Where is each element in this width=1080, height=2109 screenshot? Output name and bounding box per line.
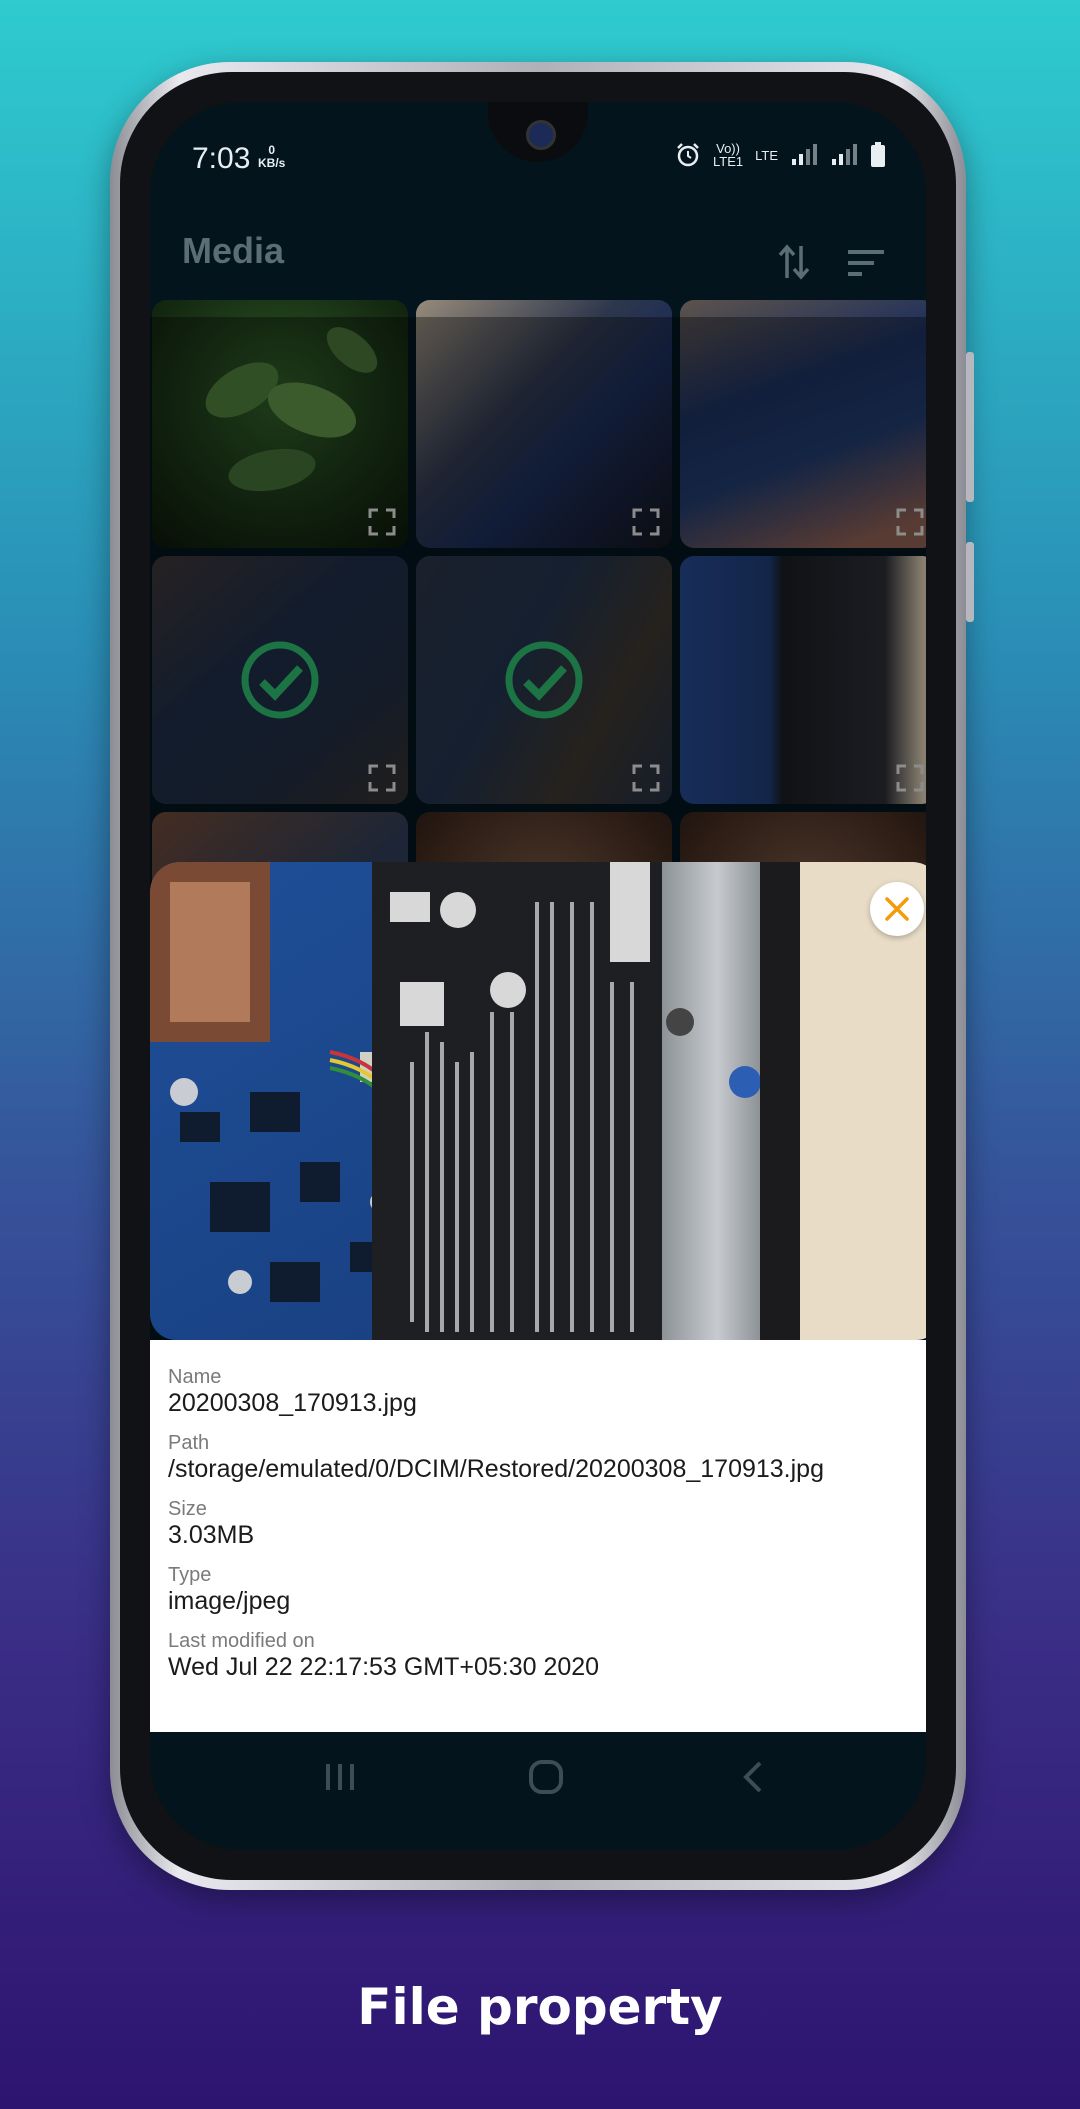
size-value: 3.03MB — [168, 1521, 255, 1549]
properties-panel: Name 20200308_170913.jpg Path /storage/e… — [150, 1340, 926, 1732]
signal-icon-2 — [832, 144, 857, 165]
front-camera — [526, 120, 556, 150]
back-icon[interactable] — [734, 1760, 774, 1794]
recents-icon[interactable] — [320, 1760, 360, 1794]
path-label: Path — [168, 1432, 210, 1454]
name-value: 20200308_170913.jpg — [168, 1389, 417, 1417]
navigation-bar — [150, 1732, 926, 1820]
volte-indicator: Vo)) LTE1 — [713, 142, 743, 168]
phone-frame: 7:03 0 KB/s Vo)) LTE1 LTE Media Name 202… — [110, 62, 974, 1890]
close-icon — [885, 897, 909, 921]
home-icon[interactable] — [526, 1760, 566, 1794]
page-title: Media — [182, 230, 285, 271]
lte1-label: LTE1 — [713, 154, 744, 169]
alarm-icon — [677, 143, 699, 167]
status-icons: Vo)) LTE1 LTE — [675, 142, 886, 168]
type-label: Type — [168, 1564, 212, 1586]
laptop-battery-image — [150, 862, 926, 1340]
file-property-sheet: Name 20200308_170913.jpg Path /storage/e… — [150, 862, 926, 1732]
net-speed-unit: KB/s — [258, 156, 286, 170]
bixby-button — [966, 542, 974, 622]
volume-button — [966, 352, 974, 502]
lte-label: LTE — [755, 147, 778, 163]
close-button[interactable] — [870, 882, 924, 936]
preview-image — [150, 862, 926, 1340]
type-value: image/jpeg — [168, 1587, 291, 1615]
battery-icon — [871, 142, 885, 167]
net-speed: 0 KB/s — [258, 144, 285, 170]
path-value: /storage/emulated/0/DCIM/Restored/202003… — [168, 1455, 824, 1483]
caption: File property — [357, 1978, 723, 2036]
size-label: Size — [168, 1498, 207, 1520]
name-label: Name — [168, 1366, 222, 1388]
modified-label: Last modified on — [168, 1630, 315, 1652]
sort-lines-icon[interactable] — [846, 248, 886, 278]
status-time: 7:03 — [192, 142, 251, 175]
swap-vert-icon[interactable] — [777, 242, 811, 282]
signal-icon — [792, 144, 817, 165]
modified-value: Wed Jul 22 22:17:53 GMT+05:30 2020 — [168, 1653, 600, 1681]
screen: 7:03 0 KB/s Vo)) LTE1 LTE Media Name 202… — [150, 102, 926, 1850]
